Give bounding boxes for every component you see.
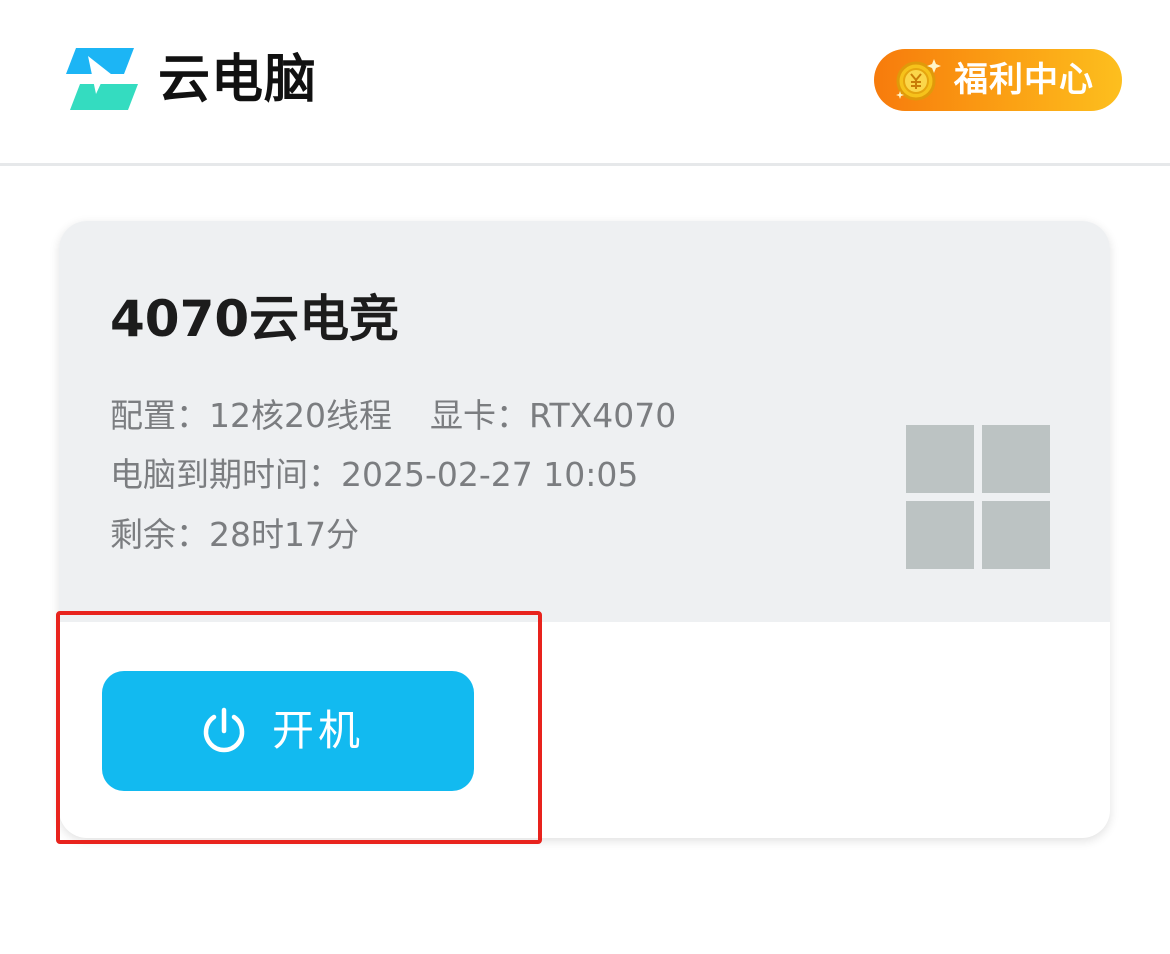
expiry-value: 2025-02-27 10:05	[341, 455, 639, 494]
remaining-value: 28时17分	[209, 515, 359, 554]
pc-name: 4070云电竞	[110, 290, 400, 348]
config-value: 12核20线程	[209, 396, 392, 435]
remaining-label: 剩余：	[110, 515, 209, 554]
cloud-pc-logo-icon	[66, 48, 138, 110]
remaining-line: 剩余：28时17分	[110, 512, 359, 558]
windows-icon	[906, 425, 1050, 569]
power-on-label: 开机	[272, 706, 365, 755]
welfare-center-button[interactable]: 福利中心	[874, 49, 1122, 111]
welfare-center-label: 福利中心	[954, 60, 1094, 100]
expiry-line: 电脑到期时间：2025-02-27 10:05	[110, 452, 638, 498]
power-on-button[interactable]: 开机	[102, 671, 474, 791]
expiry-label: 电脑到期时间：	[110, 455, 341, 494]
cloud-pc-card: 4070云电竞 配置：12核20线程 显卡：RTX4070 电脑到期时间：2025…	[59, 221, 1110, 838]
gpu-value: RTX4070	[528, 396, 677, 435]
app-title: 云电脑	[158, 50, 318, 110]
power-icon	[203, 707, 245, 753]
gpu-label: 显卡：	[429, 396, 529, 435]
spec-line: 配置：12核20线程 显卡：RTX4070	[110, 393, 676, 439]
app-header: 云电脑 福利中心	[0, 0, 1170, 166]
card-info-panel: 4070云电竞 配置：12核20线程 显卡：RTX4070 电脑到期时间：2025…	[59, 221, 1110, 622]
config-label: 配置：	[110, 396, 209, 435]
gold-coin-icon	[896, 59, 941, 101]
